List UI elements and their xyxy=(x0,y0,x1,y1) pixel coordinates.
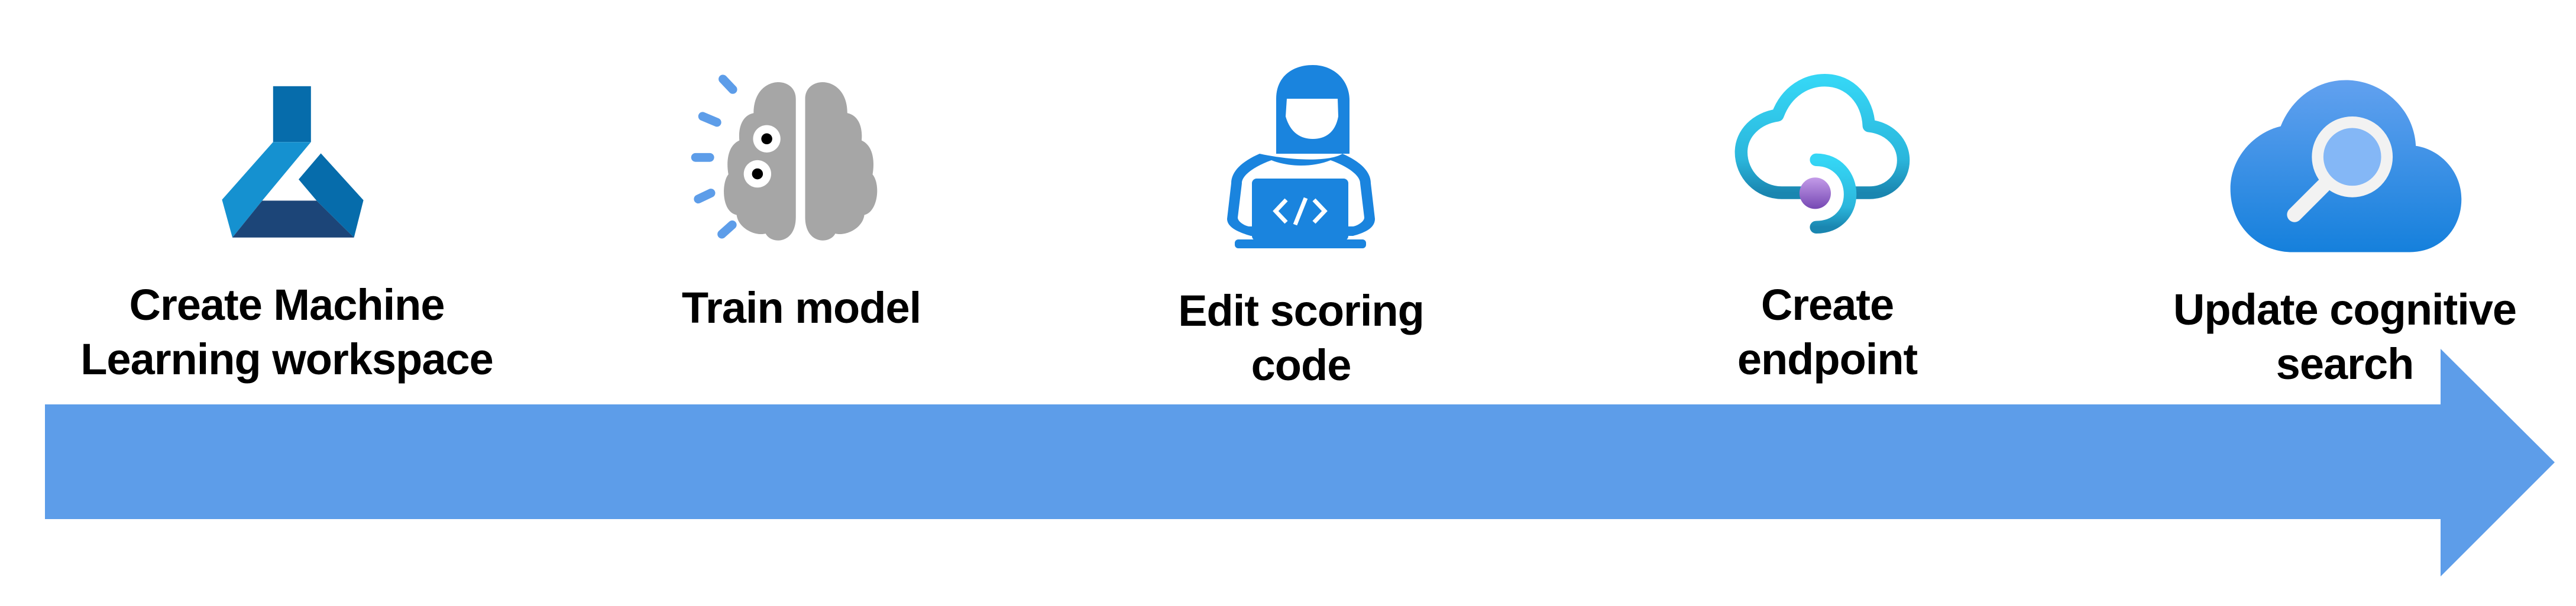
brain-gears-icon xyxy=(691,74,878,241)
step-label: Edit scoring code xyxy=(1178,284,1425,393)
label-line: Edit scoring xyxy=(1178,286,1425,335)
step-train-model: Train model xyxy=(594,0,1008,606)
label-line: Train model xyxy=(681,283,921,332)
step-label: Create endpoint xyxy=(1737,278,1918,387)
label-line: endpoint xyxy=(1737,335,1918,384)
label-line: Learning workspace xyxy=(80,335,494,384)
step-label: Create Machine Learning workspace xyxy=(80,278,494,387)
label-line: search xyxy=(2276,339,2415,388)
label-line: code xyxy=(1251,341,1352,390)
label-line: Update cognitive xyxy=(2173,285,2517,334)
label-line: Create Machine xyxy=(129,280,445,329)
cloud-endpoint-icon xyxy=(1734,74,1910,234)
step-edit-scoring-code: Edit scoring code xyxy=(1094,0,1508,606)
step-create-endpoint: Create endpoint xyxy=(1620,0,2034,606)
machine-learning-flask-icon xyxy=(222,86,364,238)
step-update-cognitive-search: Update cognitive search xyxy=(2108,0,2576,606)
developer-laptop-icon xyxy=(1227,65,1375,248)
step-label: Train model xyxy=(682,281,921,335)
label-line: Create xyxy=(1761,280,1894,329)
step-label: Update cognitive search xyxy=(2173,283,2517,391)
cloud-search-icon xyxy=(2230,80,2462,252)
step-create-ml-workspace: Create Machine Learning workspace xyxy=(21,0,553,606)
